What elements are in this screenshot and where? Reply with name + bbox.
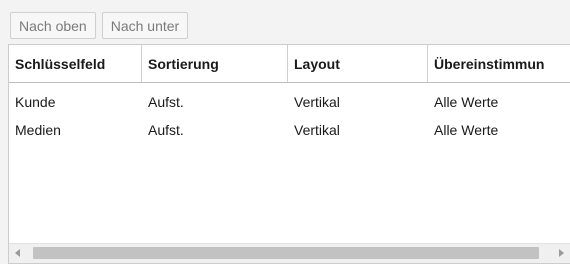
arrow-left-icon[interactable] [15, 249, 20, 257]
table-row[interactable]: Kunde Aufst. Vertikal Alle Werte [9, 88, 570, 116]
cell-key-field: Medien [15, 122, 61, 138]
horizontal-scrollbar[interactable] [9, 243, 570, 263]
cell-layout: Vertikal [294, 122, 340, 138]
cell-key-field: Kunde [15, 94, 56, 110]
sort-fields-grid: Schlüsselfeld Sortierung Layout Übereins… [8, 44, 570, 264]
column-header-layout[interactable]: Layout [288, 45, 428, 82]
cell-match: Alle Werte [434, 122, 499, 138]
move-up-button[interactable]: Nach oben [10, 12, 96, 39]
cell-layout: Vertikal [294, 94, 340, 110]
grid-body: Kunde Aufst. Vertikal Alle Werte Medien … [9, 83, 570, 144]
column-header-sorting[interactable]: Sortierung [142, 45, 288, 82]
move-down-button[interactable]: Nach unter [101, 12, 189, 39]
table-row[interactable]: Medien Aufst. Vertikal Alle Werte [9, 116, 570, 144]
cell-sorting: Aufst. [148, 94, 184, 110]
toolbar: Nach oben Nach unter [10, 12, 189, 39]
scrollbar-thumb[interactable] [33, 247, 539, 259]
grid-header: Schlüsselfeld Sortierung Layout Übereins… [9, 45, 570, 83]
cell-match: Alle Werte [434, 94, 499, 110]
column-header-key-field[interactable]: Schlüsselfeld [9, 45, 142, 82]
column-header-match[interactable]: Übereinstimmun [428, 45, 570, 82]
cell-sorting: Aufst. [148, 122, 184, 138]
arrow-right-icon[interactable] [559, 249, 564, 257]
